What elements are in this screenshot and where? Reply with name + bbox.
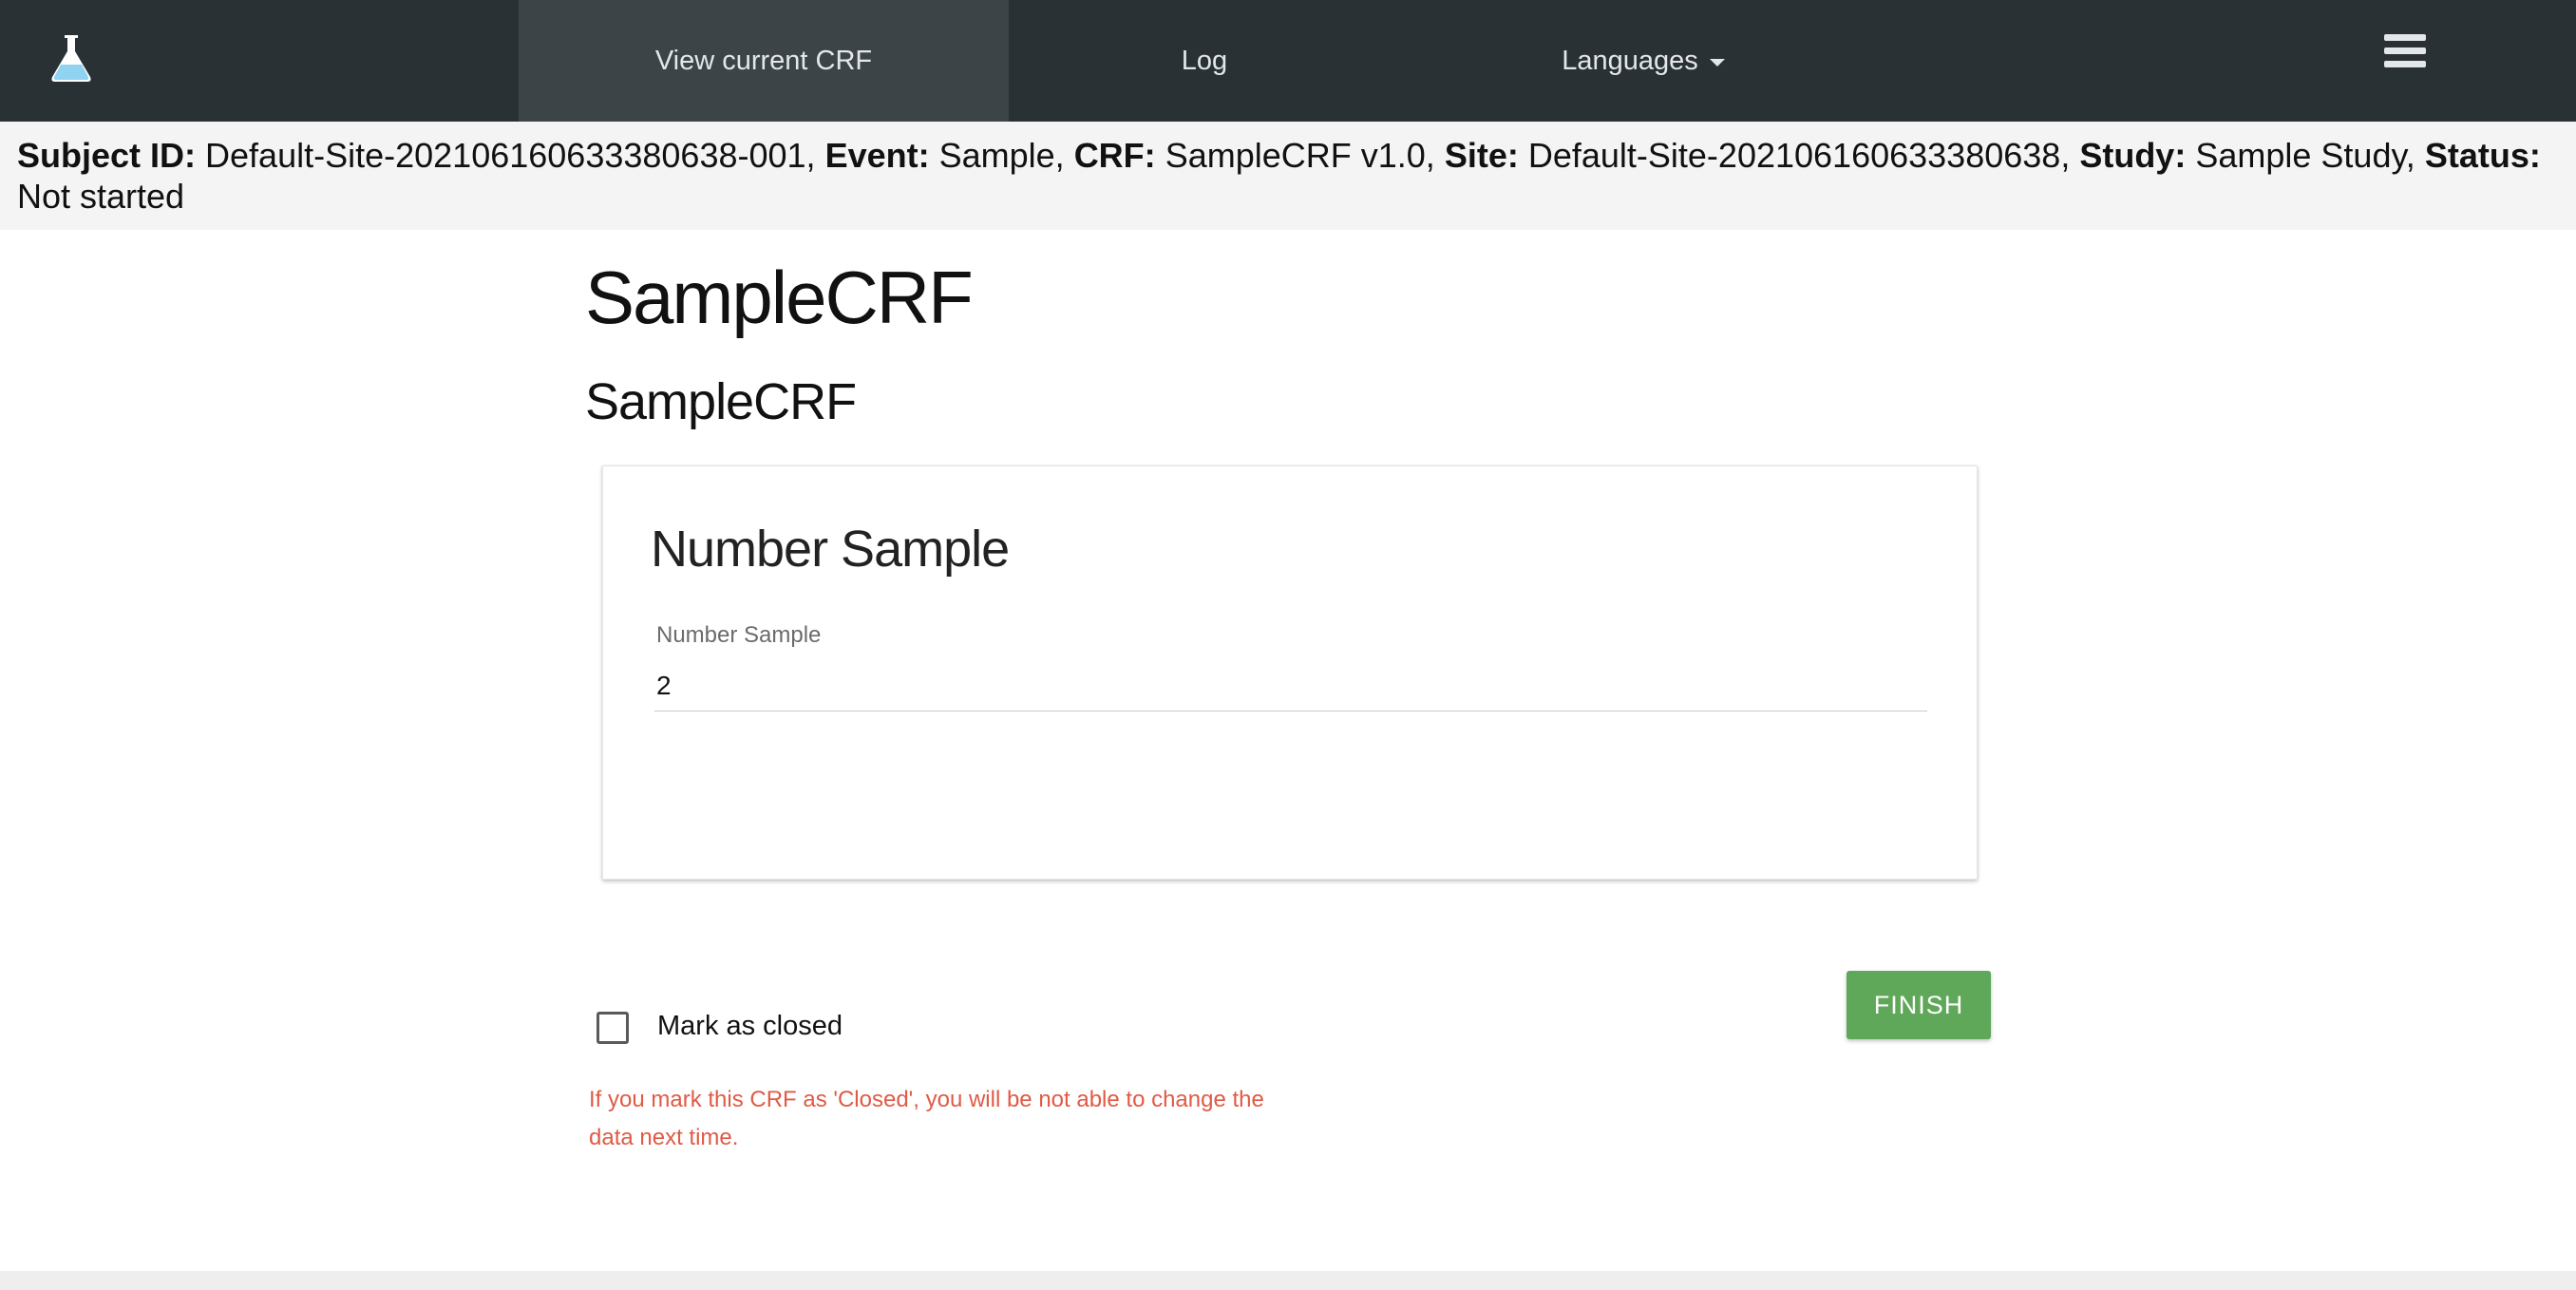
status-label: Status:: [2424, 136, 2541, 175]
event-value: Sample: [938, 136, 1055, 175]
top-navbar: View current CRF Log Languages: [0, 0, 2576, 122]
event-label: Event:: [824, 136, 930, 175]
tab-view-current-crf-label: View current CRF: [654, 45, 873, 76]
study-value: Sample Study: [2195, 136, 2406, 175]
section-title: SampleCRF: [585, 373, 857, 430]
crf-info-bar: Subject ID: Default-Site-202106160633380…: [0, 122, 2576, 230]
close-warning-text: If you mark this CRF as 'Closed', you wi…: [589, 1087, 1264, 1150]
tab-view-current-crf[interactable]: View current CRF: [519, 0, 1009, 122]
languages-dropdown[interactable]: Languages: [1520, 0, 1767, 122]
crf-label: CRF:: [1073, 136, 1156, 175]
tab-log[interactable]: Log: [1109, 0, 1299, 122]
site-value: Default-Site-202106160633380638: [1527, 136, 2061, 175]
number-sample-input[interactable]: [654, 660, 1927, 711]
subject-id-label: Subject ID:: [17, 136, 197, 175]
form-card: Number Sample Number Sample: [602, 465, 1978, 880]
mark-as-closed-checkbox[interactable]: [597, 1012, 629, 1044]
status-value: Not started: [17, 177, 185, 216]
mark-as-closed-label[interactable]: Mark as closed: [657, 1011, 843, 1042]
languages-dropdown-label: Languages: [1562, 45, 1698, 76]
page-footer: [0, 1271, 2576, 1290]
subject-id-value: Default-Site-202106160633380638-001: [205, 136, 806, 175]
page-title: SampleCRF: [585, 256, 974, 339]
number-sample-label: Number Sample: [656, 622, 822, 648]
hamburger-menu-icon[interactable]: [2384, 34, 2426, 72]
card-title: Number Sample: [651, 521, 1010, 578]
site-label: Site:: [1444, 136, 1519, 175]
study-label: Study:: [2079, 136, 2187, 175]
crf-value: SampleCRF v1.0: [1165, 136, 1426, 175]
finish-button[interactable]: FINISH: [1847, 971, 1991, 1039]
flask-icon[interactable]: [49, 32, 93, 84]
tab-log-label: Log: [1181, 45, 1228, 76]
caret-down-icon: [1709, 59, 1725, 66]
